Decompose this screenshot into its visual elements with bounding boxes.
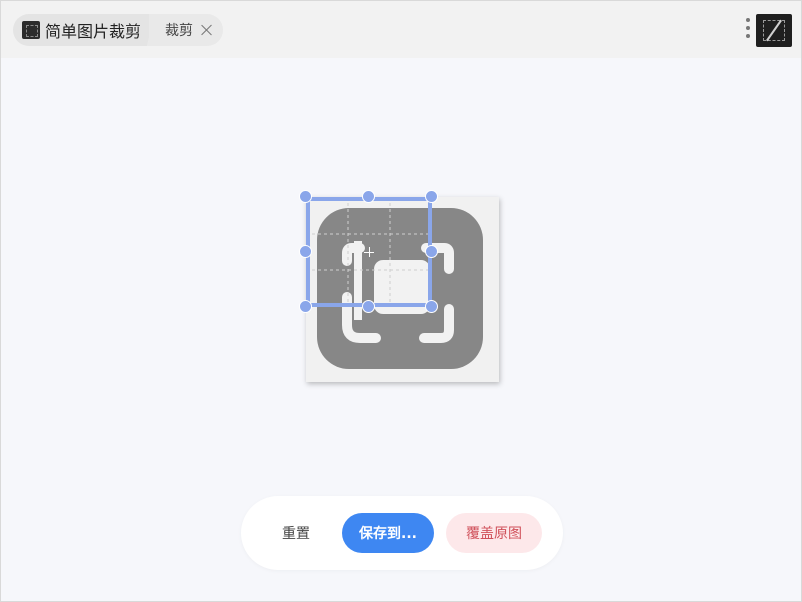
crop-app-icon bbox=[22, 21, 40, 39]
crop-handle-top-left[interactable] bbox=[299, 190, 312, 203]
title-bar: 简单图片裁剪 裁剪 bbox=[1, 1, 801, 58]
crop-handle-bottom-left[interactable] bbox=[299, 300, 312, 313]
app-window: 简单图片裁剪 裁剪 重置 保存到... 覆盖原图 bbox=[0, 0, 802, 602]
reset-button[interactable]: 重置 bbox=[262, 513, 330, 553]
crop-handle-bottom[interactable] bbox=[362, 300, 375, 313]
tab-app[interactable]: 简单图片裁剪 bbox=[13, 14, 156, 46]
overwrite-original-button[interactable]: 覆盖原图 bbox=[446, 513, 542, 553]
tab-group: 简单图片裁剪 裁剪 bbox=[13, 14, 224, 46]
tab-crop[interactable]: 裁剪 bbox=[147, 14, 224, 46]
app-title: 简单图片裁剪 bbox=[45, 22, 142, 41]
crop-center-crosshair-icon bbox=[364, 247, 374, 257]
crop-handle-top-right[interactable] bbox=[425, 190, 438, 203]
save-to-button[interactable]: 保存到... bbox=[342, 513, 434, 553]
crop-handle-left[interactable] bbox=[299, 245, 312, 258]
tab-crop-label: 裁剪 bbox=[165, 23, 194, 39]
app-logo-icon[interactable] bbox=[756, 14, 792, 47]
vertical-dots-icon[interactable] bbox=[744, 18, 752, 42]
crop-handle-right[interactable] bbox=[425, 245, 438, 258]
close-icon[interactable] bbox=[199, 22, 215, 38]
crop-handle-top[interactable] bbox=[362, 190, 375, 203]
action-toolbar: 重置 保存到... 覆盖原图 bbox=[241, 496, 563, 570]
crop-handle-bottom-right[interactable] bbox=[425, 300, 438, 313]
